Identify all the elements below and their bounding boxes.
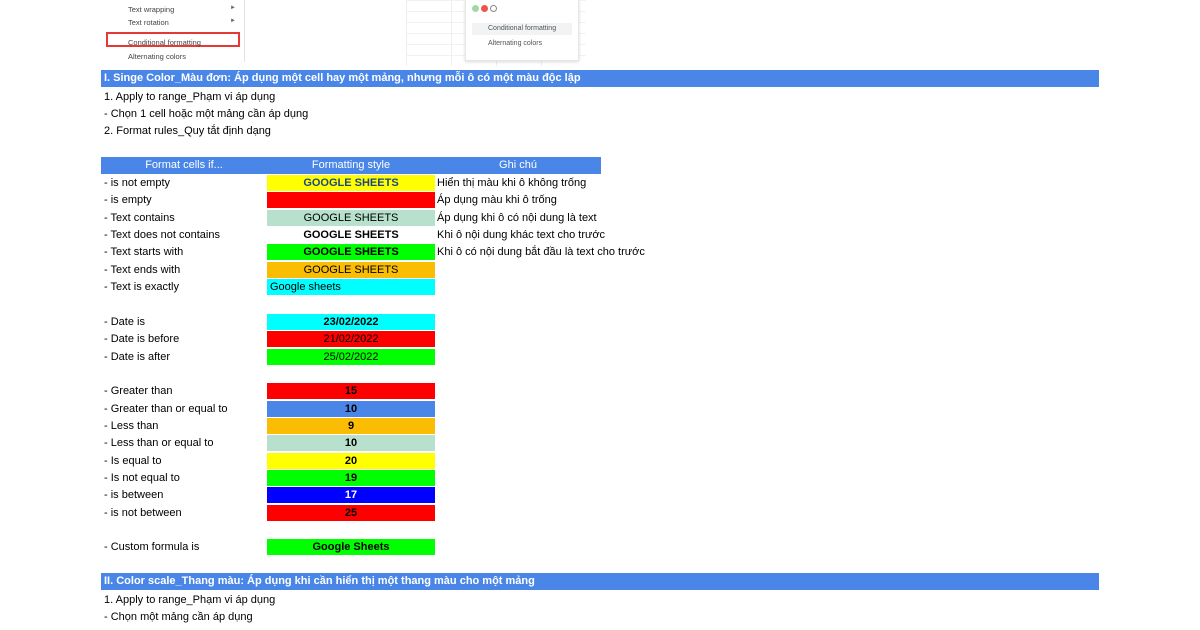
section1-line: - Chọn 1 cell hoặc một mảng cần áp dụng (104, 108, 309, 120)
rule-label: - is not between (104, 507, 182, 519)
formatted-cell[interactable]: 23/02/2022 (267, 314, 435, 330)
menu-item-text-wrapping[interactable]: Text wrapping ► (128, 5, 236, 14)
rule-label: - is not empty (104, 177, 171, 189)
color-dot-icon (472, 5, 479, 12)
rule-label: - Greater than (104, 385, 173, 397)
menu-item-label: Alternating colors (128, 52, 186, 61)
section-header-color-scale: II. Color scale_Thang màu: Áp dụng khi c… (101, 573, 1099, 590)
rule-label: - is empty (104, 194, 152, 206)
section1-line: 2. Format rules_Quy tắt định dạng (104, 125, 271, 137)
rule-label: - Is equal to (104, 455, 162, 467)
panel-item-alternating-colors[interactable]: Alternating colors (472, 38, 572, 50)
column-header-note: Ghi chú (435, 157, 601, 174)
formatted-cell[interactable]: 15 (267, 383, 435, 399)
menu-item-alternating-colors[interactable]: Alternating colors (128, 52, 186, 61)
formatted-cell[interactable]: Google sheets (267, 279, 435, 295)
format-menu: Text wrapping ► Text rotation ► Conditio… (104, 0, 245, 62)
rule-label: - Less than or equal to (104, 437, 214, 449)
submenu-arrow-icon: ► (230, 5, 236, 11)
rule-note: Áp dụng màu khi ô trống (437, 194, 557, 206)
rule-note: Hiển thị màu khi ô không trống (437, 177, 587, 189)
menu-item-conditional-formatting[interactable]: Conditional formatting (128, 38, 201, 47)
column-header-style: Formatting style (267, 157, 435, 174)
rule-note: Áp dụng khi ô có nội dung là text (437, 212, 597, 224)
menu-item-label: Text wrapping (128, 5, 175, 14)
rule-label: - Text ends with (104, 264, 181, 276)
formatted-cell[interactable]: 17 (267, 487, 435, 503)
rule-label: - Date is before (104, 333, 180, 345)
menu-item-label: Conditional formatting (128, 38, 201, 47)
submenu-arrow-icon: ► (230, 18, 236, 24)
rule-label: - Text does not contains (104, 229, 220, 241)
section2-line: 1. Apply to range_Phạm vi áp dụng (104, 594, 276, 606)
rule-label: - is between (104, 489, 164, 501)
rule-label: - Custom formula is (104, 541, 200, 553)
formatted-cell[interactable]: GOOGLE SHEETS (267, 175, 435, 191)
formatted-cell[interactable]: 25/02/2022 (267, 349, 435, 365)
conditional-format-panel: Conditional formatting Alternating color… (465, 0, 579, 61)
rule-label: - Date is after (104, 351, 171, 363)
column-header-condition: Format cells if... (101, 157, 267, 174)
formatted-cell[interactable]: 20 (267, 453, 435, 469)
formatted-cell[interactable]: GOOGLE SHEETS (267, 210, 435, 226)
rule-label: - Date is (104, 316, 145, 328)
formatted-cell[interactable]: GOOGLE SHEETS (267, 262, 435, 278)
rule-note: Khi ô có nội dung bắt đầu là text cho tr… (437, 246, 645, 258)
formatted-cell[interactable] (267, 192, 435, 208)
rule-label: - Text contains (104, 212, 175, 224)
formatted-cell[interactable]: 19 (267, 470, 435, 486)
color-dot-icon (481, 5, 488, 12)
formatted-cell[interactable]: 10 (267, 401, 435, 417)
formatted-cell[interactable]: Google Sheets (267, 539, 435, 555)
panel-item-conditional-formatting[interactable]: Conditional formatting (472, 23, 572, 35)
rule-label: - Greater than or equal to (104, 403, 228, 415)
rule-label: - Text is exactly (104, 281, 179, 293)
section1-line: 1. Apply to range_Phạm vi áp dụng (104, 91, 276, 103)
formatted-cell[interactable]: GOOGLE SHEETS (267, 227, 435, 243)
section2-line: - Chọn một mảng cần áp dụng (104, 611, 253, 623)
formatted-cell[interactable]: GOOGLE SHEETS (267, 244, 435, 260)
section-header-single-color: I. Singe Color_Màu đơn: Áp dụng một cell… (101, 70, 1099, 87)
formatted-cell[interactable]: 9 (267, 418, 435, 434)
add-circle-icon[interactable] (490, 5, 497, 12)
rule-label: - Text starts with (104, 246, 184, 258)
rule-label: - Is not equal to (104, 472, 180, 484)
formatted-cell[interactable]: 10 (267, 435, 435, 451)
menu-item-label: Text rotation (128, 18, 169, 27)
menu-item-text-rotation[interactable]: Text rotation ► (128, 18, 236, 27)
rule-label: - Less than (104, 420, 159, 432)
formatted-cell[interactable]: 25 (267, 505, 435, 521)
rule-note: Khi ô nội dung khác text cho trước (437, 229, 606, 241)
formatted-cell[interactable]: 21/02/2022 (267, 331, 435, 347)
